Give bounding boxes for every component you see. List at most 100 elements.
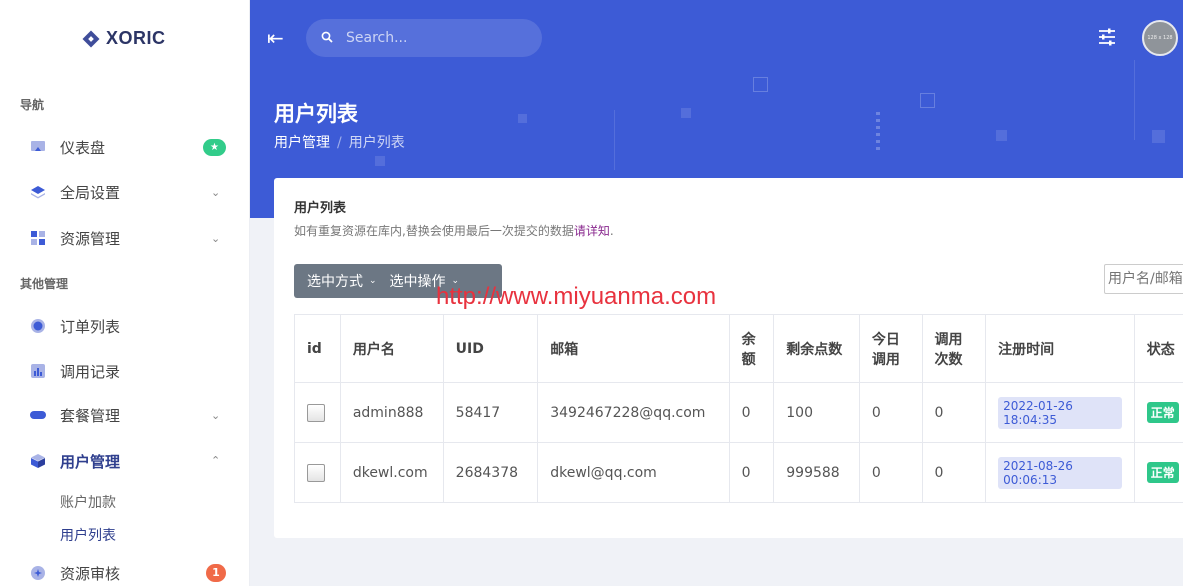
sidebar-subitem-user-list[interactable]: 用户列表 xyxy=(60,525,116,545)
cell-balance: 0 xyxy=(728,442,775,503)
row-checkbox[interactable] xyxy=(307,403,325,422)
cell-call-count: 0 xyxy=(921,442,987,503)
sidebar-item-packages[interactable]: 套餐管理 ⌄ xyxy=(0,395,250,435)
cell-points: 999588 xyxy=(773,442,860,503)
star-badge: ★ xyxy=(203,138,226,156)
col-header-text: 调用 xyxy=(934,331,963,348)
cube-icon xyxy=(31,454,45,468)
select-mode-dropdown[interactable]: 选中方式 ⌄ xyxy=(294,264,377,298)
watermark-text: http://www.miyuanma.com xyxy=(436,283,717,310)
sidebar-item-user-management[interactable]: 用户管理 ⌃ xyxy=(0,441,250,481)
breadcrumb: 用户管理 / 用户列表 xyxy=(274,132,405,152)
layers-icon xyxy=(31,186,45,199)
chevron-up-icon: ⌃ xyxy=(211,454,221,467)
col-header-balance[interactable]: 余额 xyxy=(728,314,775,383)
status-badge: 正常 xyxy=(1146,402,1179,423)
page-title: 用户列表 xyxy=(274,102,358,126)
card-description: 如有重复资源在库内,替换会使用最后一次提交的数据请详知. xyxy=(294,222,614,239)
col-header-points[interactable]: 剩余点数 xyxy=(773,314,860,383)
cell-reg-time: 2022-01-26 18:04:35 xyxy=(985,382,1135,443)
avatar[interactable]: 128 x 128 xyxy=(1142,20,1178,56)
cell-reg-time: 2021-08-26 00:06:13 xyxy=(985,442,1135,503)
cell-status: 正常 xyxy=(1133,382,1183,443)
col-header-status[interactable]: 状态 xyxy=(1133,314,1183,383)
decor-square xyxy=(1152,130,1165,143)
search-icon xyxy=(321,31,333,43)
sidebar-item-orders[interactable]: 订单列表 xyxy=(0,306,250,346)
breadcrumb-item: 用户列表 xyxy=(348,135,405,151)
col-header-id[interactable]: id xyxy=(294,314,341,383)
count-badge: 1 xyxy=(206,564,226,582)
col-header-today-calls[interactable]: 今日 调用 xyxy=(858,314,923,383)
decor-square-outline xyxy=(920,93,935,108)
user-filter-input[interactable] xyxy=(1104,264,1183,294)
col-header-text: 额 xyxy=(741,351,756,368)
cell-call-count: 0 xyxy=(921,382,987,443)
decor-square xyxy=(681,108,691,118)
reg-time-badge: 2022-01-26 18:04:35 xyxy=(998,396,1122,429)
decor-line xyxy=(614,110,615,170)
col-header-uid[interactable]: UID xyxy=(442,314,539,383)
sidebar-item-call-logs[interactable]: 调用记录 xyxy=(0,351,250,391)
decor-dots xyxy=(876,112,880,152)
circle-icon xyxy=(31,319,45,333)
sidebar-item-label: 资源管理 xyxy=(60,229,121,248)
sidebar-item-label: 套餐管理 xyxy=(60,406,121,425)
reg-time-badge: 2021-08-26 00:06:13 xyxy=(998,456,1122,489)
row-checkbox-cell xyxy=(294,382,341,443)
section-label-nav: 导航 xyxy=(20,98,45,112)
bar-chart-icon xyxy=(31,364,45,378)
sidebar-item-label: 订单列表 xyxy=(60,317,121,336)
decor-square xyxy=(996,130,1007,141)
col-header-text: 调用 xyxy=(871,351,900,368)
table-row: admin888 58417 3492467228@qq.com 0 100 0… xyxy=(294,382,1183,443)
cell-username: admin888 xyxy=(339,382,444,443)
brand-logo[interactable]: XORIC xyxy=(82,28,166,49)
sidebar-subitem-account-topup[interactable]: 账户加款 xyxy=(60,492,116,512)
row-checkbox[interactable] xyxy=(307,463,325,482)
table-header-row: id 用户名 UID 邮箱 余额 剩余点数 今日 调用 调用 次数 注册时间 状态 xyxy=(294,314,1183,383)
details-link[interactable]: 请详知 xyxy=(574,224,610,238)
cell-uid: 58417 xyxy=(442,382,539,443)
sliders-icon[interactable] xyxy=(1097,27,1117,47)
col-header-username[interactable]: 用户名 xyxy=(339,314,444,383)
menu-toggle-icon[interactable]: ⇤ xyxy=(267,27,289,49)
sidebar-item-global-settings[interactable]: 全局设置 ⌄ xyxy=(0,172,250,212)
cell-username: dkewl.com xyxy=(339,442,444,503)
breadcrumb-separator: / xyxy=(337,135,342,151)
card-title: 用户列表 xyxy=(294,201,347,216)
logo-icon xyxy=(82,30,100,48)
cell-email: dkewl@qq.com xyxy=(537,442,730,503)
chevron-down-icon: ⌄ xyxy=(369,276,377,286)
decor-line xyxy=(1134,60,1135,140)
sidebar-item-resource-review[interactable]: 资源审核 1 xyxy=(0,553,250,586)
breadcrumb-item[interactable]: 用户管理 xyxy=(274,135,330,151)
search-input[interactable] xyxy=(346,28,526,48)
pill-icon xyxy=(30,411,46,419)
row-checkbox-cell xyxy=(294,442,341,503)
user-list-card: 用户列表 如有重复资源在库内,替换会使用最后一次提交的数据请详知. 选中方式 ⌄ … xyxy=(274,178,1183,538)
select-mode-label: 选中方式 xyxy=(307,274,363,290)
sidebar-item-dashboard[interactable]: 仪表盘 ★ xyxy=(0,127,250,167)
dashboard-icon xyxy=(31,141,45,151)
chevron-down-icon: ⌄ xyxy=(211,185,221,199)
cell-today-calls: 0 xyxy=(858,442,923,503)
sidebar-item-label: 仪表盘 xyxy=(60,138,106,157)
decor-square xyxy=(375,156,385,166)
review-icon xyxy=(31,566,45,580)
col-header-call-count[interactable]: 调用 次数 xyxy=(921,314,987,383)
col-header-text: 余 xyxy=(741,331,756,348)
col-header-reg-time[interactable]: 注册时间 xyxy=(985,314,1135,383)
sidebar-item-resource-management[interactable]: 资源管理 ⌄ xyxy=(0,218,250,258)
decor-square xyxy=(518,114,527,123)
card-description-text: 如有重复资源在库内,替换会使用最后一次提交的数据 xyxy=(294,224,574,238)
sidebar-item-label: 用户管理 xyxy=(60,452,121,471)
brand-name: XORIC xyxy=(106,28,166,48)
sidebar: XORIC 导航 仪表盘 ★ 全局设置 ⌄ 资源管理 ⌄ 其他管理 订单列表 调… xyxy=(0,0,250,586)
col-header-email[interactable]: 邮箱 xyxy=(537,314,730,383)
decor-square-outline xyxy=(753,77,768,92)
cell-today-calls: 0 xyxy=(858,382,923,443)
col-header-text: 今日 xyxy=(871,331,900,348)
chevron-down-icon: ⌄ xyxy=(211,231,221,245)
cell-points: 100 xyxy=(773,382,860,443)
